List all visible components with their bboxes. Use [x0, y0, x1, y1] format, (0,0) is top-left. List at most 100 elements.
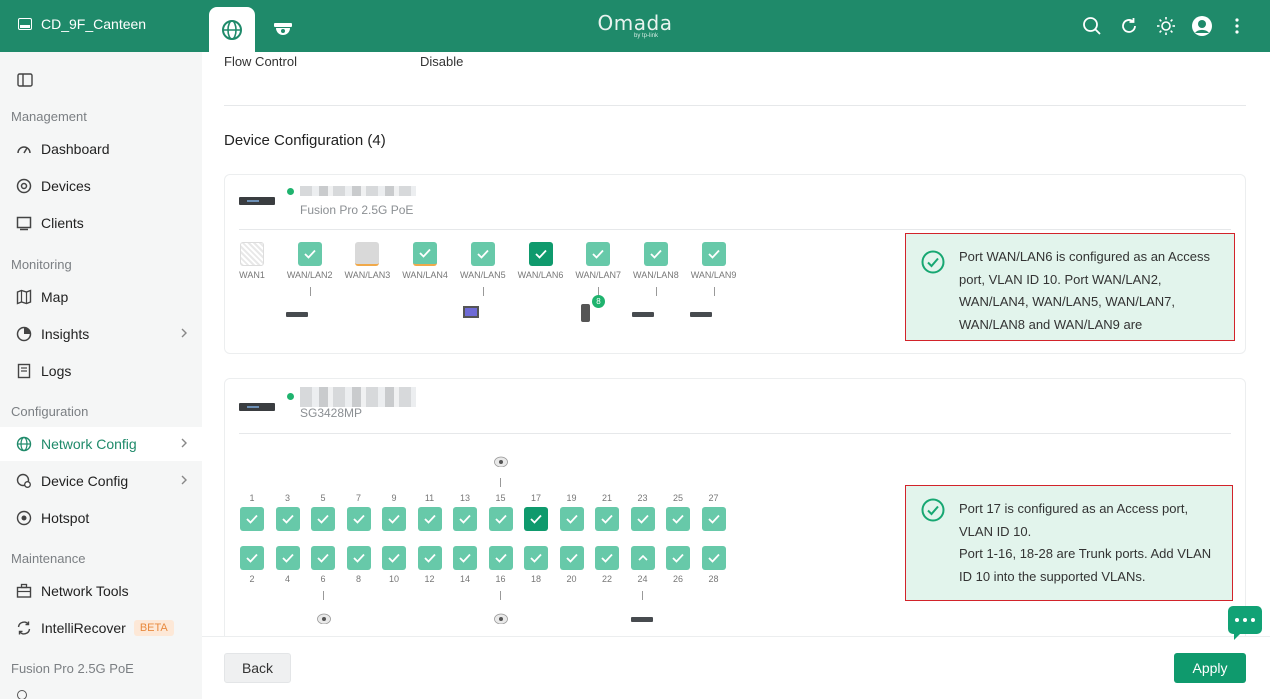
sidebar-item-label: Network Tools — [41, 583, 129, 599]
switch-port[interactable] — [453, 546, 477, 570]
sidebar-item-intellirecover[interactable]: IntelliRecover BETA — [0, 611, 202, 645]
sidebar-item-devices[interactable]: Devices — [0, 169, 202, 203]
switch-port[interactable] — [453, 507, 477, 531]
check-circle-icon — [921, 250, 945, 274]
search-icon[interactable] — [1082, 16, 1102, 36]
theme-sun-icon[interactable] — [1156, 16, 1176, 36]
gateway-config-notice: Port WAN/LAN6 is configured as an Access… — [905, 233, 1235, 341]
map-icon — [15, 288, 33, 306]
check-icon — [530, 553, 542, 563]
ip-camera-icon — [317, 613, 331, 624]
switch-port[interactable] — [417, 546, 442, 570]
gateway-port[interactable] — [470, 242, 495, 266]
gateway-port[interactable] — [528, 242, 553, 266]
switch-port[interactable] — [275, 507, 300, 531]
phone-icon — [581, 304, 590, 322]
switch-port[interactable] — [240, 507, 264, 531]
section-maintenance: Maintenance — [11, 551, 86, 566]
device-name-redacted — [300, 186, 416, 196]
switch-port[interactable] — [559, 546, 584, 570]
switch-port[interactable] — [488, 546, 513, 570]
refresh-icon[interactable] — [1119, 16, 1139, 36]
switch-port[interactable] — [595, 507, 619, 531]
switch-port[interactable] — [666, 546, 690, 570]
gateway-port[interactable] — [701, 242, 726, 266]
sidebar-item-map[interactable]: Map — [0, 280, 202, 314]
sidebar-item-insights[interactable]: Insights — [0, 317, 202, 351]
switch-port[interactable] — [524, 546, 548, 570]
check-icon — [352, 553, 365, 563]
device-name-redacted — [300, 387, 416, 397]
connected-device-icon — [690, 312, 712, 317]
switch-port[interactable] — [311, 507, 335, 531]
sidebar-item-hotspot[interactable]: Hotspot — [0, 501, 202, 535]
switch-port[interactable] — [559, 507, 584, 531]
check-icon — [601, 514, 613, 524]
switch-device-icon — [239, 403, 275, 411]
check-icon — [650, 249, 662, 259]
more-vertical-icon[interactable] — [1227, 16, 1247, 36]
omada-logo: Omada by tp-link — [0, 11, 1270, 39]
gateway-port[interactable] — [643, 242, 668, 266]
check-icon — [317, 514, 329, 524]
gateway-port[interactable] — [240, 242, 264, 266]
check-icon — [246, 553, 258, 563]
switch-port[interactable] — [630, 507, 655, 531]
gateway-port[interactable] — [297, 242, 322, 266]
check-icon — [246, 514, 258, 524]
section-monitoring: Monitoring — [11, 257, 72, 272]
footer-bar: Back Apply — [202, 636, 1270, 699]
switch-port[interactable] — [275, 546, 300, 570]
sidebar-item-network-config[interactable]: Network Config — [0, 427, 202, 461]
check-icon — [707, 249, 720, 259]
sidebar-collapse-icon[interactable] — [17, 73, 33, 92]
switch-port[interactable] — [488, 507, 513, 531]
chat-support-icon[interactable] — [1228, 606, 1262, 640]
sidebar-item-network-tools[interactable]: Network Tools — [0, 574, 202, 608]
switch-port[interactable] — [595, 546, 619, 570]
switch-port[interactable] — [382, 507, 406, 531]
sidebar: Management Dashboard Devices Clients Mon… — [0, 52, 202, 699]
sidebar-item-label: IntelliRecover — [41, 620, 126, 636]
insights-icon — [15, 325, 33, 343]
switch-port[interactable] — [240, 546, 264, 570]
connected-device-icon — [632, 312, 654, 317]
switch-port[interactable] — [524, 507, 548, 531]
section-device-name: Fusion Pro 2.5G PoE — [11, 661, 134, 676]
switch-port[interactable] — [382, 546, 406, 570]
switch-port[interactable] — [311, 546, 335, 570]
sidebar-item-clients[interactable]: Clients — [0, 206, 202, 240]
port-label: WAN/LAN6 — [517, 270, 564, 280]
dashboard-icon — [15, 140, 33, 158]
gateway-port[interactable] — [586, 242, 611, 266]
switch-port[interactable] — [417, 507, 442, 531]
check-icon — [281, 514, 294, 524]
section-title: Device Configuration (4) — [224, 132, 386, 149]
port-link-line — [482, 287, 484, 296]
port-label: WAN/LAN3 — [344, 270, 391, 280]
main-content: Flow Control Disable Device Configuratio… — [202, 52, 1270, 636]
check-icon — [707, 514, 720, 524]
sidebar-item-dashboard[interactable]: Dashboard — [0, 132, 202, 166]
gateway-device-icon — [239, 197, 275, 205]
gateway-port[interactable] — [355, 242, 380, 266]
online-status-dot — [287, 393, 294, 400]
gateway-port[interactable] — [413, 242, 438, 266]
switch-port[interactable] — [701, 546, 726, 570]
port-link-line — [323, 591, 324, 600]
switch-port[interactable] — [630, 546, 655, 570]
user-avatar[interactable] — [1192, 16, 1212, 36]
switch-port[interactable] — [346, 507, 371, 531]
switch-port[interactable] — [346, 546, 371, 570]
back-button[interactable]: Back — [224, 653, 291, 683]
check-icon — [565, 553, 578, 563]
sidebar-item-logs[interactable]: Logs — [0, 354, 202, 388]
sidebar-item-label: Clients — [41, 215, 84, 231]
beta-badge: BETA — [133, 620, 174, 636]
switch-port[interactable] — [666, 507, 690, 531]
apply-button[interactable]: Apply — [1174, 653, 1246, 683]
sidebar-item-device-config[interactable]: Device Config — [0, 464, 202, 498]
sidebar-item-label: Insights — [41, 326, 90, 342]
divider — [239, 229, 1231, 230]
switch-port[interactable] — [701, 507, 726, 531]
